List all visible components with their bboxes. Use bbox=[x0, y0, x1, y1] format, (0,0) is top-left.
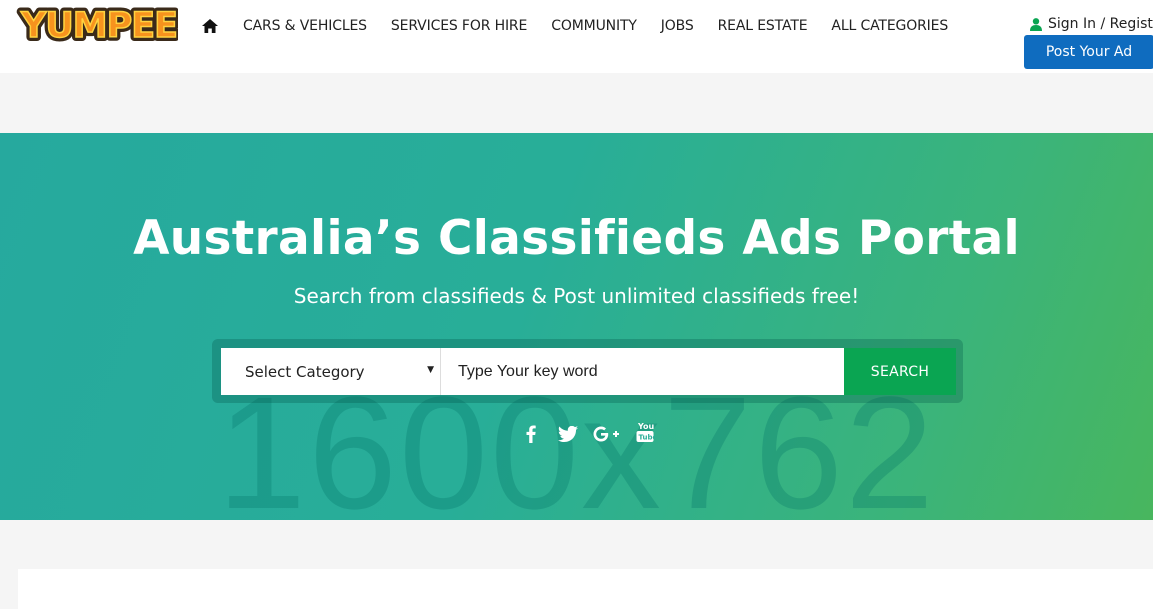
nav-item-cars-vehicles[interactable]: CARS & VEHICLES bbox=[243, 18, 367, 34]
nav-item-community[interactable]: COMMUNITY bbox=[551, 18, 637, 34]
home-icon[interactable] bbox=[196, 16, 224, 36]
site-logo[interactable]: YUMPEE YUMPEE bbox=[16, 2, 178, 44]
main-nav: CARS & VEHICLES SERVICES FOR HIRE COMMUN… bbox=[196, 16, 972, 36]
search-button[interactable]: SEARCH bbox=[844, 348, 956, 395]
nav-item-jobs[interactable]: JOBS bbox=[661, 18, 694, 34]
post-ad-button[interactable]: Post Your Ad bbox=[1024, 35, 1153, 69]
keyword-input[interactable] bbox=[441, 348, 844, 395]
nav-item-services-for-hire[interactable]: SERVICES FOR HIRE bbox=[391, 18, 527, 34]
nav-item-all-categories[interactable]: ALL CATEGORIES bbox=[831, 18, 948, 34]
twitter-icon[interactable] bbox=[557, 423, 579, 445]
signin-label: Sign In / Registe bbox=[1048, 16, 1153, 32]
youtube-icon[interactable]: You Tube bbox=[635, 421, 655, 443]
category-select[interactable]: Select Category ▼ bbox=[221, 348, 441, 395]
signin-link[interactable]: Sign In / Registe bbox=[1030, 16, 1153, 32]
google-plus-icon[interactable] bbox=[593, 423, 621, 445]
content-card bbox=[18, 569, 1153, 609]
facebook-icon[interactable] bbox=[522, 423, 540, 445]
caret-down-icon: ▼ bbox=[427, 365, 434, 375]
hero-subtitle: Search from classifieds & Post unlimited… bbox=[293, 284, 860, 308]
hero-banner: 1600x762 Australia’s Classifieds Ads Por… bbox=[0, 133, 1153, 520]
user-icon bbox=[1030, 17, 1042, 31]
svg-text:YUMPEE: YUMPEE bbox=[20, 6, 177, 44]
nav-item-real-estate[interactable]: REAL ESTATE bbox=[718, 18, 808, 34]
svg-text:You: You bbox=[637, 422, 655, 431]
hero-title: Australia’s Classifieds Ads Portal bbox=[133, 211, 1020, 266]
category-select-value: Select Category bbox=[245, 362, 365, 381]
svg-text:Tube: Tube bbox=[639, 434, 656, 442]
site-header: YUMPEE YUMPEE CARS & VEHICLES SERVICES F… bbox=[0, 0, 1153, 73]
